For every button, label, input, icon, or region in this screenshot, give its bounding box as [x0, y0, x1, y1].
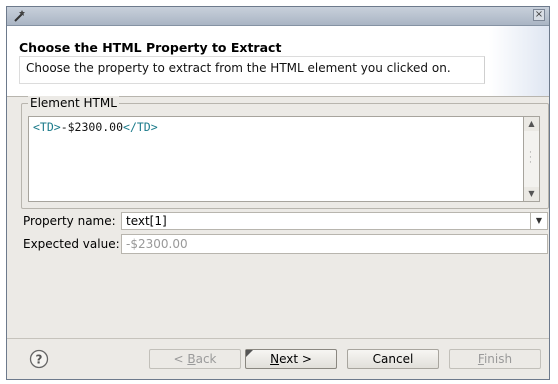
html-text-content: -$2300.00 [60, 120, 124, 134]
title-bar[interactable]: × [7, 7, 549, 26]
wizard-icon [14, 10, 25, 22]
expected-value-label: Expected value: [23, 237, 120, 251]
property-name-label: Property name: [23, 214, 116, 228]
cancel-button[interactable]: Cancel [347, 349, 439, 369]
wizard-dialog: × Choose the HTML Property to Extract Ch… [6, 6, 550, 380]
scroll-grip[interactable]: · · · [529, 149, 533, 168]
vertical-scrollbar[interactable]: ▲ · · · ▼ [524, 116, 540, 202]
element-html-text[interactable]: <TD>-$2300.00</TD> [28, 116, 524, 202]
html-close-tag: </TD> [123, 120, 158, 134]
wizard-header: Choose the HTML Property to Extract Choo… [7, 26, 549, 97]
element-html-group: Element HTML <TD>-$2300.00</TD> ▲ · · · ▼ [21, 96, 549, 209]
chevron-down-icon[interactable]: ▼ [524, 187, 539, 201]
page-description: Choose the property to extract from the … [19, 56, 485, 84]
next-button[interactable]: Next > [245, 349, 337, 369]
help-icon[interactable]: ? [29, 349, 49, 369]
chevron-up-icon[interactable]: ▲ [524, 117, 539, 131]
expected-value-field[interactable]: -$2300.00 [121, 234, 548, 254]
focus-indicator [246, 350, 253, 357]
close-button[interactable]: × [533, 9, 545, 21]
button-separator [7, 338, 549, 339]
property-name-select[interactable]: text[1] ▼ [121, 212, 548, 230]
property-name-value: text[1] [126, 214, 167, 228]
element-html-label: Element HTML [28, 96, 119, 110]
header-banner [489, 26, 549, 96]
finish-button[interactable]: Finish [449, 349, 541, 369]
expected-value-text: -$2300.00 [126, 237, 188, 251]
chevron-down-icon[interactable]: ▼ [530, 213, 547, 229]
back-button[interactable]: < Back [149, 349, 241, 369]
page-title: Choose the HTML Property to Extract [19, 40, 282, 55]
html-open-tag: <TD> [33, 120, 61, 134]
svg-text:?: ? [36, 353, 43, 367]
